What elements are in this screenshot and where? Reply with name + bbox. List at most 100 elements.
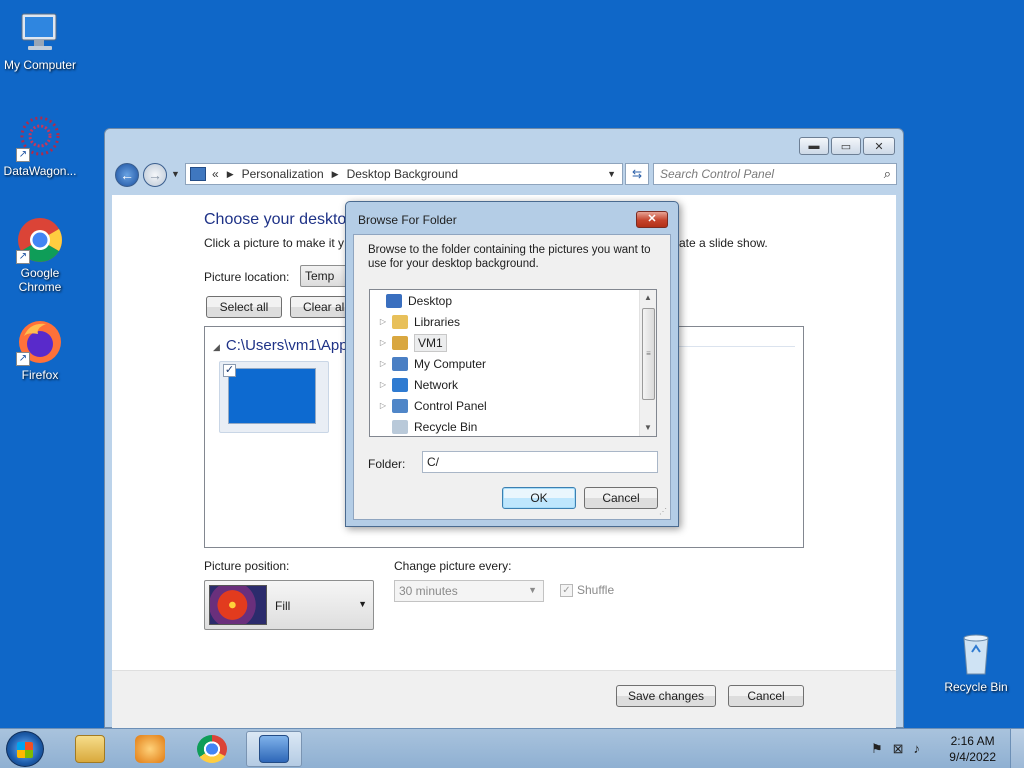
datawagon-icon: ↗ xyxy=(16,114,64,162)
desktop-icon-datawagon[interactable]: ↗ DataWagon... xyxy=(0,114,80,178)
select-all-button[interactable]: Select all xyxy=(206,296,282,318)
browse-for-folder-dialog: Browse For Folder ✕ Browse to the folder… xyxy=(345,201,679,527)
save-changes-button[interactable]: Save changes xyxy=(616,685,716,707)
forward-arrow-icon: → xyxy=(148,167,162,183)
volume-icon[interactable]: ♪ xyxy=(914,741,921,757)
search-icon[interactable]: ⌕ xyxy=(884,166,891,182)
tree-item-desktop[interactable]: Desktop xyxy=(372,290,452,311)
taskbar-explorer[interactable] xyxy=(62,731,118,767)
tree-item-vm1[interactable]: ▷ VM1 xyxy=(378,332,447,353)
dialog-cancel-button[interactable]: Cancel xyxy=(584,487,658,509)
dialog-body: Browse to the folder containing the pict… xyxy=(353,234,671,520)
desktop-icon-recycle-bin[interactable]: Recycle Bin xyxy=(936,630,1016,694)
desktop-icon-label: Firefox xyxy=(21,368,59,382)
forward-button[interactable]: → xyxy=(143,163,167,187)
collapse-triangle-icon[interactable]: ◢ xyxy=(213,342,220,352)
tree-expand-arrow-icon[interactable]: ▷ xyxy=(378,401,388,410)
picture-thumbnail-item[interactable]: ✓ xyxy=(219,361,329,433)
minimize-button[interactable]: ▬ xyxy=(799,137,829,155)
cancel-button[interactable]: Cancel xyxy=(728,685,804,707)
navigation-bar: ← → ▼ « ▶ Personalization ▶ Desktop Back… xyxy=(113,161,897,189)
back-arrow-icon: ← xyxy=(120,167,134,183)
taskbar: ⚑ ⊠ ♪ 2:16 AM 9/4/2022 xyxy=(0,728,1024,768)
address-dropdown-icon[interactable]: ▼ xyxy=(607,169,616,179)
shuffle-label: Shuffle xyxy=(577,583,615,597)
libraries-icon xyxy=(392,314,408,329)
taskbar-control-panel[interactable] xyxy=(246,731,302,767)
dialog-close-button[interactable]: ✕ xyxy=(636,211,668,228)
change-picture-label: Change picture every: xyxy=(394,559,512,573)
scrollbar-thumb[interactable]: ≡ xyxy=(642,308,655,400)
taskbar-chrome[interactable] xyxy=(184,731,240,767)
folder-tree[interactable]: Desktop ▷ Libraries ▷ VM1 ▷ My Computer … xyxy=(369,289,657,437)
ok-button[interactable]: OK xyxy=(502,487,576,509)
shortcut-arrow-icon: ↗ xyxy=(16,352,30,366)
tree-expand-arrow-icon[interactable]: ▷ xyxy=(378,317,388,326)
breadcrumb-prefix[interactable]: « xyxy=(212,167,219,181)
tree-item-my-computer[interactable]: ▷ My Computer xyxy=(378,353,486,374)
recent-pages-dropdown[interactable]: ▼ xyxy=(171,169,180,179)
maximize-button[interactable]: ▭ xyxy=(831,137,861,155)
desktop-icon-firefox[interactable]: ↗ Firefox xyxy=(0,318,80,382)
breadcrumb-separator-icon[interactable]: ▶ xyxy=(332,169,339,180)
tree-expand-arrow-icon[interactable]: ▷ xyxy=(378,380,388,389)
thumbnail-checkbox[interactable]: ✓ xyxy=(223,364,236,377)
folder-input[interactable]: C/ xyxy=(422,451,658,473)
action-center-icon[interactable]: ⚑ xyxy=(871,741,883,757)
shuffle-check-icon[interactable]: ✓ xyxy=(560,583,573,597)
picture-thumbnail[interactable] xyxy=(228,368,316,424)
search-input[interactable]: Search Control Panel ⌕ xyxy=(653,163,897,185)
refresh-icon: ⇆ xyxy=(631,167,643,181)
control-panel-icon xyxy=(392,398,408,413)
tree-scrollbar[interactable]: ▲ ≡ ▼ xyxy=(639,290,656,436)
scroll-up-arrow-icon[interactable]: ▲ xyxy=(640,290,656,306)
tree-item-label: Recycle Bin xyxy=(414,419,478,434)
desktop-icon-my-computer[interactable]: My Computer xyxy=(0,8,80,72)
tree-item-recycle-bin[interactable]: Recycle Bin xyxy=(378,416,478,436)
clock[interactable]: 2:16 AM 9/4/2022 xyxy=(949,733,996,765)
tree-item-control-panel[interactable]: ▷ Control Panel xyxy=(378,395,487,416)
breadcrumb-separator-icon[interactable]: ▶ xyxy=(227,169,234,180)
change-picture-value: 30 minutes xyxy=(399,584,458,598)
shuffle-checkbox[interactable]: ✓ Shuffle xyxy=(560,583,614,597)
picture-position-label: Picture position: xyxy=(204,559,290,573)
taskbar-media-player[interactable] xyxy=(122,731,178,767)
picture-position-value: Fill xyxy=(275,599,291,613)
dialog-description: Browse to the folder containing the pict… xyxy=(368,244,651,270)
tree-item-network[interactable]: ▷ Network xyxy=(378,374,458,395)
windows-logo-icon xyxy=(17,742,33,758)
picture-position-dropdown[interactable]: Fill ▼ xyxy=(204,580,374,630)
desktop-icon-chrome[interactable]: ↗ Google Chrome xyxy=(0,216,80,294)
start-button[interactable] xyxy=(6,731,44,767)
breadcrumb-personalization[interactable]: Personalization xyxy=(242,167,324,181)
window-controls: ▬ ▭ ✕ xyxy=(799,137,895,155)
show-desktop-button[interactable] xyxy=(1010,729,1024,768)
back-button[interactable]: ← xyxy=(115,163,139,187)
tree-item-libraries[interactable]: ▷ Libraries xyxy=(378,311,460,332)
refresh-button[interactable]: ⇆ xyxy=(625,163,649,185)
chevron-down-icon: ▼ xyxy=(528,585,537,595)
folder-icon xyxy=(75,735,105,763)
tree-expand-arrow-icon[interactable]: ▷ xyxy=(378,359,388,368)
change-picture-interval-dropdown[interactable]: 30 minutes ▼ xyxy=(394,580,544,602)
desktop-icon-label: Google Chrome xyxy=(18,266,62,294)
folder-label: Folder: xyxy=(368,457,406,471)
scroll-down-arrow-icon[interactable]: ▼ xyxy=(640,420,656,436)
breadcrumb-desktop-background[interactable]: Desktop Background xyxy=(347,167,458,181)
resize-grip-icon[interactable]: ⋰ xyxy=(659,507,667,516)
chevron-down-icon: ▼ xyxy=(358,599,367,609)
tree-item-label: Desktop xyxy=(408,293,453,308)
network-status-icon[interactable]: ⊠ xyxy=(893,741,904,757)
network-icon xyxy=(392,377,408,392)
tree-expand-arrow-icon[interactable]: ▷ xyxy=(378,338,388,347)
shortcut-arrow-icon: ↗ xyxy=(16,148,30,162)
tree-item-label: Control Panel xyxy=(414,398,487,413)
chrome-icon: ↗ xyxy=(16,216,64,264)
computer-icon xyxy=(16,8,64,56)
folder-group-header[interactable]: ◢ C:\Users\vm1\App xyxy=(213,337,348,354)
desktop-icon-label: DataWagon... xyxy=(3,164,77,178)
close-button[interactable]: ✕ xyxy=(863,137,895,155)
system-tray: ⚑ ⊠ ♪ xyxy=(871,741,920,757)
address-bar[interactable]: « ▶ Personalization ▶ Desktop Background… xyxy=(185,163,623,185)
tree-item-label: Libraries xyxy=(414,314,461,329)
